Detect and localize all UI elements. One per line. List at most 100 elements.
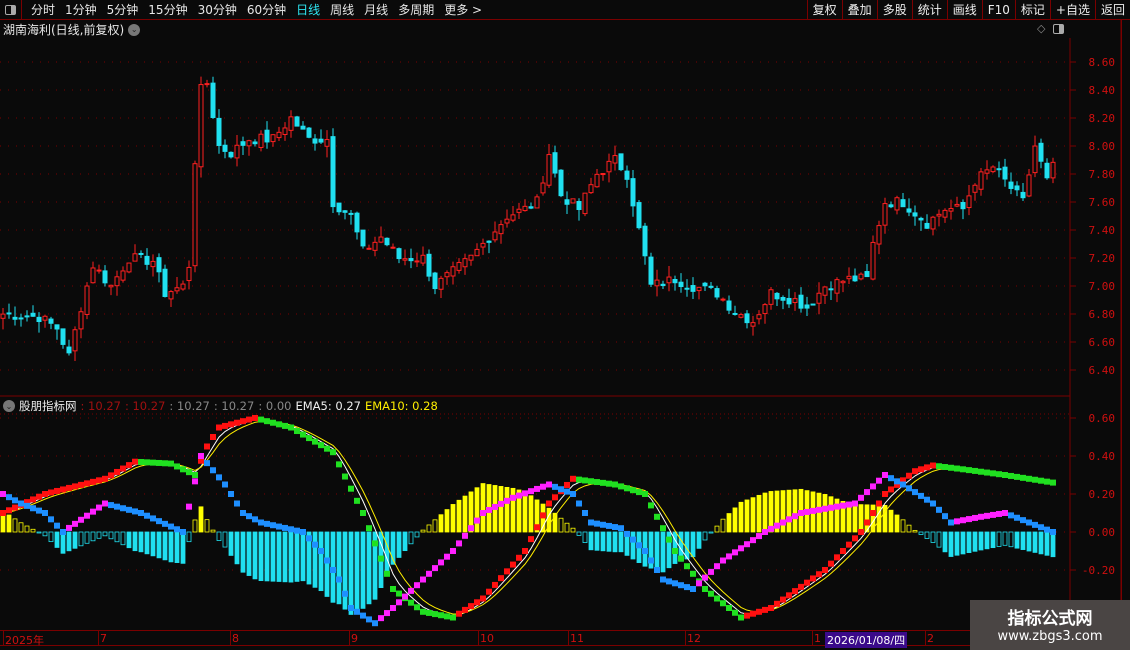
candle-body xyxy=(918,217,924,221)
signal-dot xyxy=(762,529,768,535)
oscillator-dot xyxy=(96,477,102,484)
candle-body xyxy=(594,173,600,188)
candle-body xyxy=(618,153,624,171)
histogram-bar xyxy=(708,531,714,534)
histogram-bar xyxy=(66,531,72,552)
histogram-bar xyxy=(1038,531,1044,555)
histogram-bar xyxy=(918,531,924,535)
histogram-bar xyxy=(612,531,618,553)
oscillator-dot xyxy=(60,486,66,493)
candle-body xyxy=(162,268,168,297)
candle-body xyxy=(18,317,24,320)
signal-dot xyxy=(666,578,672,585)
oscillator-dot xyxy=(456,610,462,617)
oscillator-dot xyxy=(804,579,810,586)
date-label: 8 xyxy=(232,632,239,645)
oscillator-dot xyxy=(486,588,492,595)
candle-body xyxy=(486,240,492,243)
candle-body xyxy=(330,136,336,208)
histogram-bar xyxy=(48,531,54,543)
signal-dot xyxy=(630,536,636,543)
signal-dot xyxy=(660,576,666,583)
ema5-value: EMA5: 0.27 xyxy=(295,399,361,413)
oscillator-dot xyxy=(450,614,456,621)
histogram-bar xyxy=(960,531,966,555)
histogram-bar xyxy=(702,531,708,541)
oscillator-dot xyxy=(702,586,708,592)
watermark-url: www.zbgs3.com xyxy=(997,629,1103,644)
signal-dot xyxy=(198,453,204,459)
candle-body xyxy=(144,255,150,265)
signal-dot xyxy=(108,502,114,509)
oscillator-dot xyxy=(942,464,948,471)
oscillator-dot xyxy=(378,555,384,562)
oscillator-dot xyxy=(582,477,588,484)
histogram-bar xyxy=(276,531,282,582)
watermark-title: 指标公式网 xyxy=(1007,609,1093,629)
signal-dot xyxy=(624,530,630,537)
histogram-bar xyxy=(174,531,180,564)
candle-body xyxy=(1038,142,1044,162)
signal-dot xyxy=(372,620,378,627)
signal-dot xyxy=(342,590,348,597)
signal-dot xyxy=(186,503,192,510)
oscillator-dot xyxy=(252,415,258,421)
signal-dot xyxy=(42,510,48,516)
candle-body xyxy=(798,294,804,309)
histogram-bar xyxy=(1002,531,1008,546)
histogram-bar xyxy=(60,531,66,554)
oscillator-dot xyxy=(528,536,534,543)
candle-body xyxy=(246,140,252,147)
price-tick-label: 7.00 xyxy=(1089,280,1116,293)
histogram-bar xyxy=(120,531,126,546)
signal-dot xyxy=(48,516,54,523)
candle-body xyxy=(198,84,204,168)
oscillator-dot xyxy=(396,590,402,597)
histogram-bar xyxy=(42,531,48,537)
candle-body xyxy=(168,291,174,300)
candle-body xyxy=(684,287,690,290)
oscillator-dot xyxy=(6,507,12,514)
candle-body xyxy=(768,289,774,305)
signal-dot xyxy=(606,522,612,529)
candle-body xyxy=(138,252,144,255)
price-tick-label: 8.40 xyxy=(1089,84,1116,97)
signal-dot xyxy=(984,512,990,519)
histogram-bar xyxy=(132,531,138,552)
histogram-bar xyxy=(144,531,150,555)
histogram-bar xyxy=(114,531,120,543)
oscillator-dot xyxy=(72,483,78,490)
candle-body xyxy=(474,248,480,257)
oscillator-dot xyxy=(1002,472,1008,478)
candle-body xyxy=(600,173,606,176)
oscillator-dot xyxy=(510,561,516,568)
oscillator-dot xyxy=(660,525,666,532)
oscillator-dot xyxy=(636,489,642,496)
oscillator-dot xyxy=(348,485,354,492)
histogram-bar xyxy=(216,531,222,541)
signal-dot xyxy=(396,599,402,606)
oscillator-dot xyxy=(186,469,192,476)
chevron-down-icon[interactable]: ⌄ xyxy=(3,400,15,412)
oscillator-dot xyxy=(1044,478,1050,485)
oscillator-dot xyxy=(876,500,882,507)
signal-dot xyxy=(966,516,972,523)
signal-dot xyxy=(960,517,966,524)
candle-body xyxy=(510,214,516,221)
candle-body xyxy=(462,258,468,268)
signal-dot xyxy=(684,584,690,591)
price-tick-label: 6.60 xyxy=(1089,336,1116,349)
histogram-bar xyxy=(576,531,582,536)
candle-body xyxy=(270,134,276,143)
oscillator-dot xyxy=(732,609,738,616)
histogram-bar xyxy=(36,531,42,534)
candle-body xyxy=(210,82,216,118)
signal-dot xyxy=(84,512,90,519)
histogram-bar xyxy=(1026,531,1032,552)
candle-body xyxy=(384,237,390,246)
oscillator-dot xyxy=(54,487,60,494)
indicator-tick-label: -0.20 xyxy=(1082,564,1115,577)
candle-body xyxy=(60,328,66,345)
candle-body xyxy=(372,241,378,251)
chart-canvas[interactable]: 8.60 8.40 8.20 8.00 7.80 7.60 7.40 7.20 7.00 6.80… xyxy=(0,0,1130,650)
